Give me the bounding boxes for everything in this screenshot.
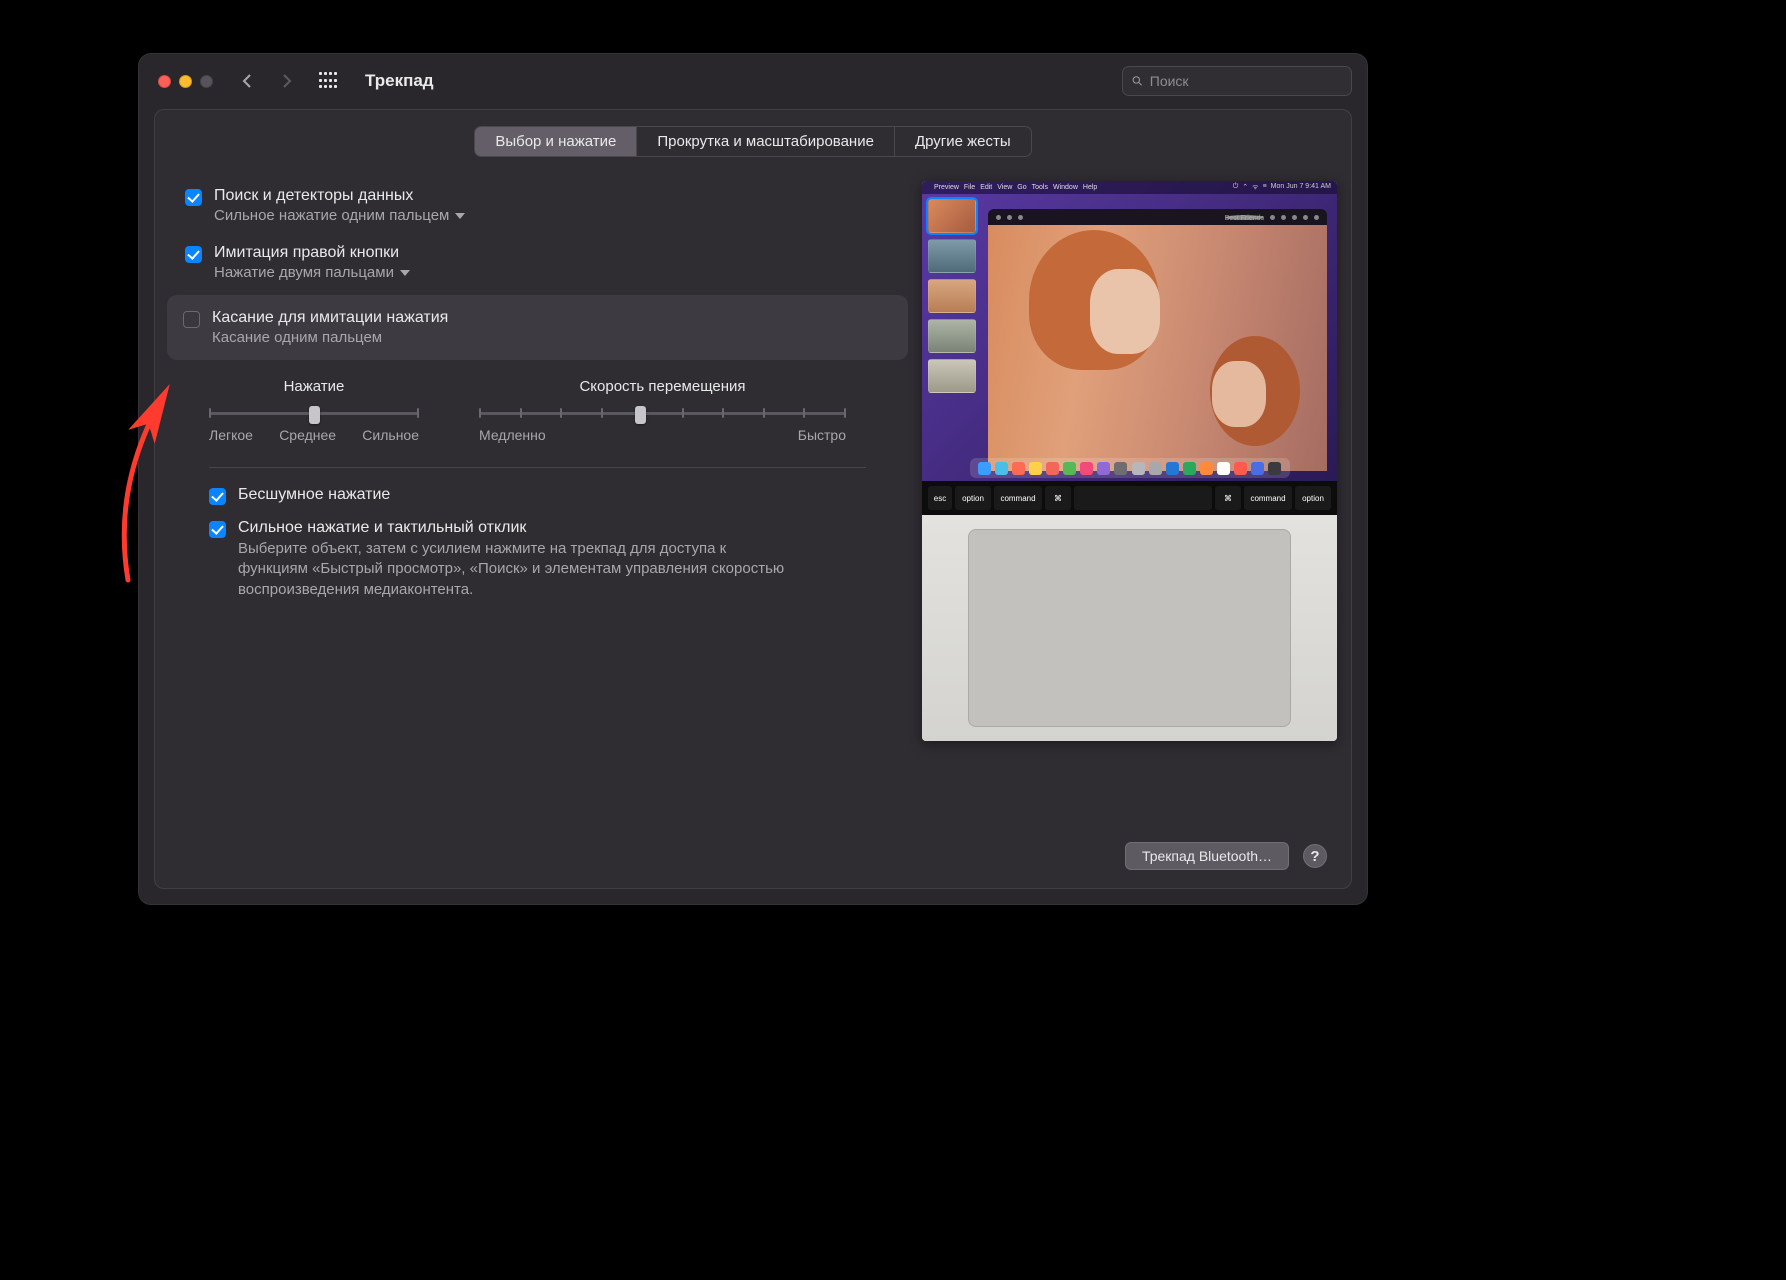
show-all-button[interactable] bbox=[319, 72, 337, 90]
search-icon bbox=[1131, 74, 1144, 88]
traffic-lights bbox=[158, 75, 213, 88]
back-button[interactable] bbox=[237, 71, 257, 91]
secondary-click-checkbox[interactable] bbox=[185, 246, 202, 263]
click-pressure-block: Нажатие Легкое Среднее Сильное bbox=[209, 378, 419, 443]
system-preferences-window: Трекпад Выбор и нажатие Прокрутка и масш… bbox=[137, 52, 1369, 906]
tracking-speed-slider[interactable] bbox=[479, 403, 846, 423]
gesture-preview: PreviewFileEditViewGoToolsWindowHelp ⏻⌃ᯤ… bbox=[922, 181, 1337, 830]
tracking-speed-labels: Медленно Быстро bbox=[479, 427, 846, 443]
click-pressure-labels: Легкое Среднее Сильное bbox=[209, 427, 419, 443]
preview-menubar-status: ⏻⌃ᯤ≡Mon Jun 7 9:41 AM bbox=[1233, 183, 1331, 192]
option-force-click: Сильное нажатие и тактильный отклик Выбе… bbox=[169, 519, 906, 614]
option-secondary-click: Имитация правой кнопки Нажатие двумя пал… bbox=[169, 238, 906, 295]
option-tap-to-click[interactable]: Касание для имитации нажатия Касание одн… bbox=[167, 295, 908, 360]
look-up-sub[interactable]: Сильное нажатие одним пальцем bbox=[214, 207, 465, 224]
search-field[interactable] bbox=[1122, 66, 1352, 96]
preview-main-window: Best Friends bbox=[988, 209, 1327, 471]
content-pane: Выбор и нажатие Прокрутка и масштабирова… bbox=[154, 109, 1352, 889]
options-column: Поиск и детекторы данных Сильное нажатие… bbox=[169, 181, 906, 830]
bluetooth-trackpad-button[interactable]: Трекпад Bluetooth… bbox=[1125, 842, 1289, 870]
force-click-checkbox[interactable] bbox=[209, 521, 226, 538]
preview-video: PreviewFileEditViewGoToolsWindowHelp ⏻⌃ᯤ… bbox=[922, 181, 1337, 741]
click-pressure-slider[interactable] bbox=[209, 403, 419, 423]
nav-buttons bbox=[237, 71, 297, 91]
tab-point-and-click[interactable]: Выбор и нажатие bbox=[475, 127, 637, 156]
option-look-up: Поиск и детекторы данных Сильное нажатие… bbox=[169, 181, 906, 238]
zoom-window-button[interactable] bbox=[200, 75, 213, 88]
preview-sidebar bbox=[928, 199, 984, 481]
tap-to-click-label: Касание для имитации нажатия bbox=[212, 309, 448, 327]
tab-bar: Выбор и нажатие Прокрутка и масштабирова… bbox=[474, 126, 1031, 157]
secondary-click-sub[interactable]: Нажатие двумя пальцами bbox=[214, 264, 410, 281]
tracking-speed-title: Скорость перемещения bbox=[579, 378, 745, 395]
tap-to-click-sub: Касание одним пальцем bbox=[212, 329, 448, 346]
close-window-button[interactable] bbox=[158, 75, 171, 88]
look-up-label: Поиск и детекторы данных bbox=[214, 187, 465, 205]
preview-menus: PreviewFileEditViewGoToolsWindowHelp bbox=[934, 184, 1097, 191]
click-pressure-title: Нажатие bbox=[284, 378, 345, 395]
chevron-down-icon bbox=[400, 270, 410, 276]
page-title: Трекпад bbox=[365, 71, 434, 91]
chevron-down-icon bbox=[455, 213, 465, 219]
preview-dock bbox=[970, 458, 1290, 478]
tap-to-click-checkbox[interactable] bbox=[183, 311, 200, 328]
titlebar: Трекпад bbox=[138, 53, 1368, 109]
divider bbox=[209, 467, 866, 468]
silent-click-label: Бесшумное нажатие bbox=[238, 486, 390, 504]
sliders-row: Нажатие Легкое Среднее Сильное bbox=[169, 374, 906, 455]
footer: Трекпад Bluetooth… ? bbox=[155, 830, 1351, 870]
silent-click-checkbox[interactable] bbox=[209, 488, 226, 505]
look-up-checkbox[interactable] bbox=[185, 189, 202, 206]
tab-scroll-zoom[interactable]: Прокрутка и масштабирование bbox=[637, 127, 895, 156]
minimize-window-button[interactable] bbox=[179, 75, 192, 88]
preview-trackpad bbox=[922, 515, 1337, 741]
option-silent-click: Бесшумное нажатие bbox=[169, 480, 906, 519]
force-click-desc: Выберите объект, затем с усилием нажмите… bbox=[238, 539, 798, 600]
secondary-click-label: Имитация правой кнопки bbox=[214, 244, 410, 262]
preview-menubar: PreviewFileEditViewGoToolsWindowHelp ⏻⌃ᯤ… bbox=[922, 181, 1337, 194]
tab-more-gestures[interactable]: Другие жесты bbox=[895, 127, 1031, 156]
tracking-speed-block: Скорость перемещения Медленно Быстро bbox=[479, 378, 846, 443]
search-input[interactable] bbox=[1150, 73, 1343, 89]
forward-button[interactable] bbox=[277, 71, 297, 91]
preview-keyboard: esc option command ⌘ ⌘ command option bbox=[922, 481, 1337, 515]
force-click-label: Сильное нажатие и тактильный отклик bbox=[238, 519, 798, 537]
help-button[interactable]: ? bbox=[1303, 844, 1327, 868]
